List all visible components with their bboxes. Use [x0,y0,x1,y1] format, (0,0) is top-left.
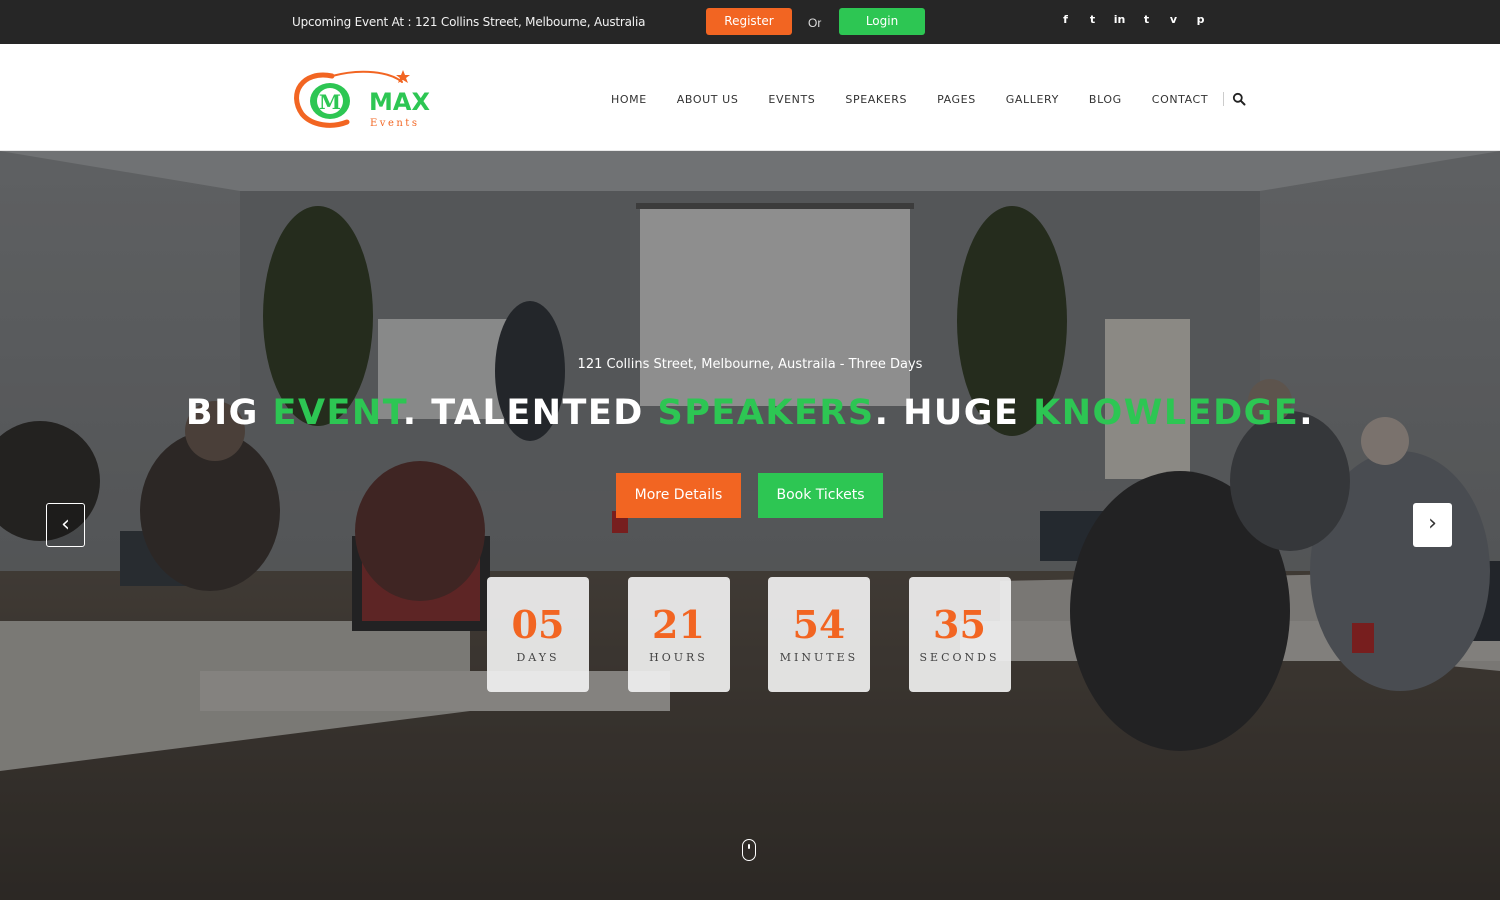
countdown-label: DAYS [516,651,560,664]
register-button[interactable]: Register [706,8,792,35]
countdown-label: MINUTES [779,651,859,664]
logo-main-text: MAX [369,88,430,116]
twitter-icon[interactable]: t [1079,13,1106,26]
login-button[interactable]: Login [839,8,925,35]
nav-about-us[interactable]: ABOUT US [677,93,739,106]
main-nav: HOME ABOUT US EVENTS SPEAKERS PAGES GALL… [596,92,1246,106]
nav-divider [1223,92,1225,106]
headline-accent-knowledge: KNOWLEDGE [1033,393,1300,433]
nav-speakers[interactable]: SPEAKERS [845,93,907,106]
max-events-logo[interactable]: M MAX Events [292,64,437,134]
pinterest-icon[interactable]: p [1187,13,1214,26]
logo-mark: M [319,90,341,114]
social-links: f t in t v p [1052,13,1214,26]
hero-headline: BIG EVENT. TALENTED SPEAKERS. HUGE KNOWL… [0,393,1500,433]
top-bar: Upcoming Event At : 121 Collins Street, … [0,0,1500,44]
hero-slider: 121 Collins Street, Melbourne, Austraila… [0,151,1500,900]
headline-accent-event: EVENT [272,393,403,433]
countdown-hours: 21 HOURS [627,577,730,692]
nav-events[interactable]: EVENTS [768,93,815,106]
nav-home[interactable]: HOME [611,93,647,106]
headline-part: . TALENTED [402,393,658,433]
search-icon[interactable] [1232,92,1246,106]
site-header: M MAX Events HOME ABOUT US EVENTS SPEAKE… [0,44,1500,151]
nav-gallery[interactable]: GALLERY [1006,93,1059,106]
nav-contact[interactable]: CONTACT [1152,93,1208,106]
logo-sub-text: Events [370,118,419,129]
countdown-seconds: 35 SECONDS [908,577,1011,692]
headline-accent-speakers: SPEAKERS [657,393,875,433]
event-countdown: 05 DAYS 21 HOURS 54 MINUTES 35 SECONDS [487,577,1011,692]
countdown-value: 35 [933,602,986,647]
countdown-value: 54 [792,602,846,647]
headline-part: . [1299,393,1315,433]
more-details-button[interactable]: More Details [616,473,741,518]
book-tickets-button[interactable]: Book Tickets [758,473,883,518]
headline-part: BIG [185,393,273,433]
nav-pages[interactable]: PAGES [937,93,976,106]
nav-blog[interactable]: BLOG [1089,93,1122,106]
slider-prev-arrow-icon[interactable]: ‹ [46,503,85,547]
upcoming-event-text: Upcoming Event At : 121 Collins Street, … [292,15,646,29]
countdown-value: 21 [652,602,705,647]
countdown-days: 05 DAYS [487,577,589,692]
or-label: Or [808,16,822,30]
facebook-icon[interactable]: f [1052,13,1079,26]
countdown-value: 05 [511,602,565,647]
hero-subline: 121 Collins Street, Melbourne, Austraila… [577,357,923,372]
vimeo-icon[interactable]: v [1160,13,1187,26]
countdown-label: HOURS [649,651,708,664]
hero-dark-overlay [0,151,1500,900]
scroll-down-mouse-icon[interactable] [742,839,756,861]
countdown-label: SECONDS [919,651,1000,664]
slider-next-arrow-icon[interactable]: › [1413,503,1452,547]
countdown-minutes: 54 MINUTES [768,577,870,692]
headline-part: . HUGE [874,393,1034,433]
linkedin-icon[interactable]: in [1106,13,1133,26]
tumblr-icon[interactable]: t [1133,13,1160,26]
